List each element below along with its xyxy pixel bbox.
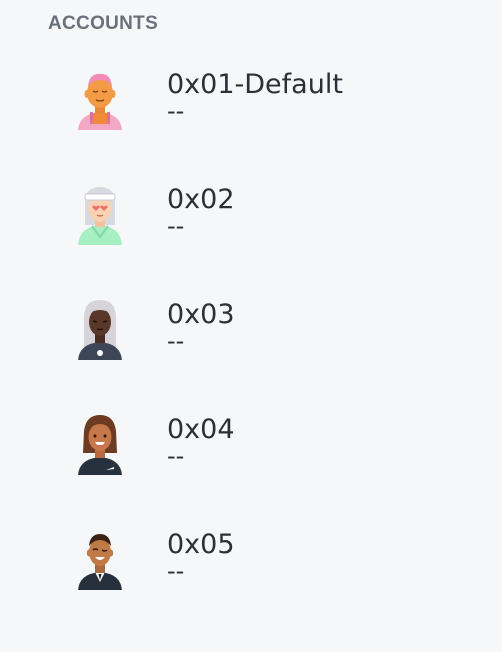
account-item[interactable]: 0x05 -- xyxy=(60,530,460,630)
avatar-brown-bob-hair-icon xyxy=(70,415,130,475)
avatar-pink-hair-icon xyxy=(70,70,130,130)
account-balance: -- xyxy=(167,442,185,470)
avatar-white-hair-visor-icon xyxy=(70,185,130,245)
account-item[interactable]: 0x03 -- xyxy=(60,300,460,400)
account-name: 0x05 xyxy=(167,529,235,560)
account-item[interactable]: 0x01-Default -- xyxy=(60,70,460,170)
account-item[interactable]: 0x04 -- xyxy=(60,415,460,515)
account-name: 0x04 xyxy=(167,414,235,445)
account-balance: -- xyxy=(167,212,185,240)
avatar-short-hair-suit-icon xyxy=(70,530,130,590)
account-name: 0x03 xyxy=(167,299,235,330)
avatar-long-white-hair-icon xyxy=(70,300,130,360)
account-balance: -- xyxy=(167,97,185,125)
section-title: ACCOUNTS xyxy=(48,13,159,34)
account-balance: -- xyxy=(167,327,185,355)
account-balance: -- xyxy=(167,557,185,585)
account-item[interactable]: 0x02 -- xyxy=(60,185,460,285)
account-name: 0x01-Default xyxy=(167,69,343,100)
account-name: 0x02 xyxy=(167,184,235,215)
